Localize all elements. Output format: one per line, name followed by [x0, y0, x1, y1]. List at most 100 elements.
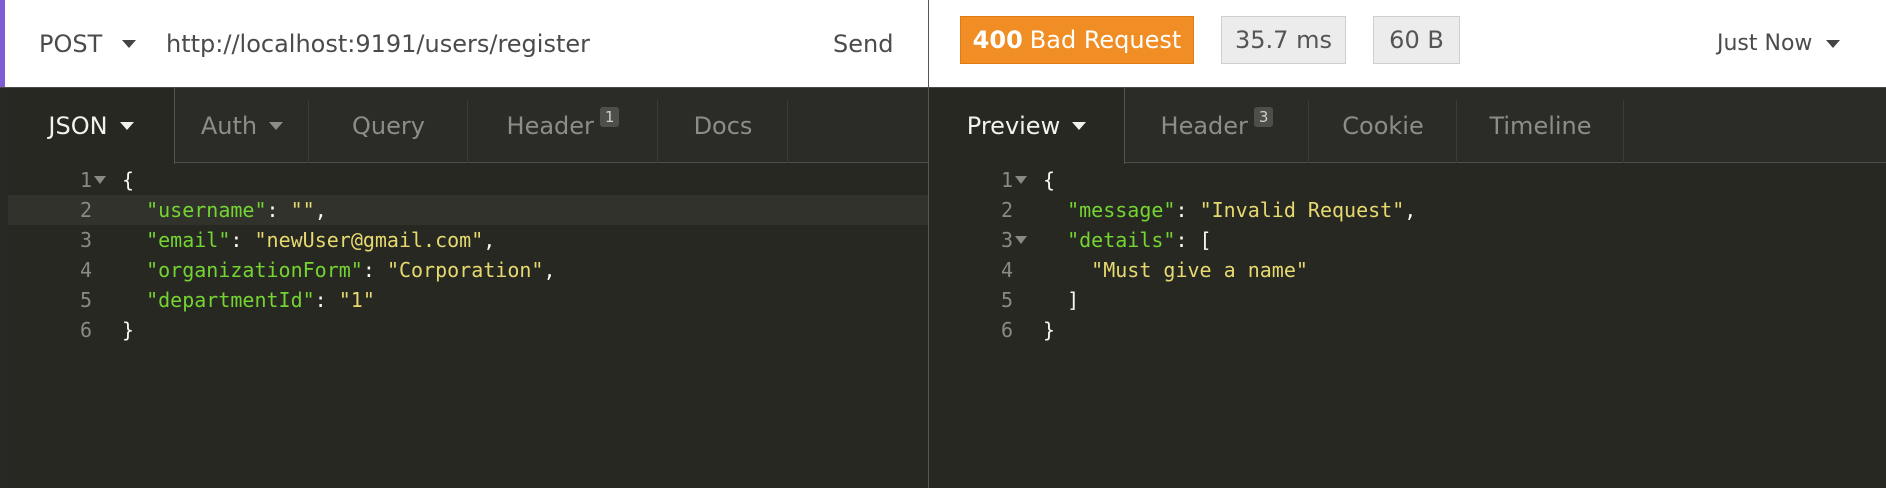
pane-divider[interactable]	[928, 0, 929, 488]
tab-auth[interactable]: Auth	[175, 88, 309, 163]
response-size-badge: 60 B	[1373, 16, 1460, 64]
header-count-badge: 3	[1253, 106, 1274, 127]
code-line: 5 "departmentId": "1"	[8, 285, 928, 315]
line-number: 5	[79, 288, 92, 312]
code-text: "email": "newUser@gmail.com",	[122, 225, 495, 255]
json-punctuation	[1043, 198, 1067, 222]
json-key: "organizationForm"	[146, 258, 363, 282]
tab-label: Cookie	[1342, 111, 1424, 140]
code-text: {	[122, 165, 134, 195]
tab-cookie[interactable]: Cookie	[1309, 88, 1457, 163]
json-punctuation: : [	[1175, 228, 1212, 252]
tab-label: Header	[1160, 111, 1248, 140]
response-history-dropdown[interactable]: Just Now	[1717, 0, 1841, 87]
line-number: 6	[1000, 318, 1013, 342]
fold-arrow-icon[interactable]	[1015, 176, 1027, 184]
line-number: 1	[79, 168, 92, 192]
request-tabs: JSON Auth Query Header 1 Docs	[8, 88, 928, 164]
code-text: }	[122, 315, 134, 345]
response-body-viewer: 1{2 "message": "Invalid Request", 3 "deta…	[929, 163, 1886, 488]
json-key: "username"	[146, 198, 267, 222]
json-key: "departmentId"	[146, 288, 315, 312]
json-punctuation: :	[362, 258, 387, 282]
json-punctuation: ]	[1043, 288, 1080, 312]
json-punctuation: ,	[1404, 198, 1417, 222]
code-text: "details": [	[1043, 225, 1212, 255]
json-string: "1"	[338, 288, 375, 312]
status-text: Bad Request	[1029, 26, 1182, 54]
tab-header[interactable]: Header 1	[468, 88, 658, 163]
json-key: "details"	[1067, 228, 1176, 252]
json-punctuation	[122, 228, 146, 252]
code-line: 1{	[8, 165, 928, 195]
tab-timeline[interactable]: Timeline	[1457, 88, 1624, 163]
json-punctuation	[122, 198, 146, 222]
request-body-editor[interactable]: 1{2 "username": "", 3 "email": "newUser@g…	[8, 163, 928, 488]
code-text: "username": "",	[122, 195, 327, 225]
json-punctuation: {	[122, 168, 135, 192]
line-number: 2	[79, 198, 92, 222]
tab-preview[interactable]: Preview	[929, 88, 1125, 164]
tab-response-header[interactable]: Header 3	[1125, 88, 1309, 163]
json-string: "newUser@gmail.com"	[254, 228, 484, 252]
tab-query[interactable]: Query	[309, 88, 468, 163]
json-punctuation	[1043, 258, 1091, 282]
line-number: 4	[79, 258, 92, 282]
json-punctuation: :	[314, 288, 339, 312]
code-text: "message": "Invalid Request",	[1043, 195, 1416, 225]
url-input[interactable]: http://localhost:9191/users/register	[166, 0, 590, 87]
code-text: {	[1043, 165, 1055, 195]
json-punctuation: ,	[314, 198, 327, 222]
header-count-badge: 1	[599, 106, 620, 127]
code-line: 3 "details": [	[929, 225, 1886, 255]
history-label: Just Now	[1717, 31, 1813, 56]
tab-label: Query	[352, 111, 425, 140]
code-text: "Must give a name"	[1043, 255, 1308, 285]
fold-arrow-icon[interactable]	[94, 176, 106, 184]
tab-label: Timeline	[1489, 111, 1592, 140]
status-code: 400	[972, 26, 1023, 54]
tab-docs[interactable]: Docs	[658, 88, 788, 163]
response-time-badge: 35.7 ms	[1221, 16, 1346, 64]
code-line: 4 "Must give a name"	[929, 255, 1886, 285]
json-punctuation: }	[122, 318, 135, 342]
code-text: }	[1043, 315, 1055, 345]
status-badge: 400 Bad Request	[960, 16, 1194, 64]
line-number: 3	[1000, 228, 1013, 252]
code-line: 5 ]	[929, 285, 1886, 315]
json-punctuation: :	[266, 198, 291, 222]
send-button[interactable]: Send	[833, 0, 893, 87]
chevron-down-icon	[122, 39, 137, 48]
json-punctuation: {	[1043, 168, 1056, 192]
workspace-accent-bar	[0, 0, 5, 88]
json-string: "Corporation"	[386, 258, 544, 282]
json-key: "email"	[146, 228, 231, 252]
json-punctuation	[122, 288, 146, 312]
json-punctuation: :	[1175, 198, 1200, 222]
tab-label: Auth	[200, 111, 258, 140]
response-tabs: Preview Header 3 Cookie Timeline	[929, 88, 1886, 164]
code-line: 3 "email": "newUser@gmail.com",	[8, 225, 928, 255]
line-number: 3	[79, 228, 92, 252]
json-string: "Must give a name"	[1091, 258, 1308, 282]
json-punctuation	[1043, 228, 1067, 252]
code-line: 6}	[929, 315, 1886, 345]
json-punctuation	[122, 258, 146, 282]
fold-arrow-icon[interactable]	[1015, 236, 1027, 244]
code-line: 1{	[929, 165, 1886, 195]
url-bar: POST http://localhost:9191/users/registe…	[0, 0, 1886, 87]
tab-label: Preview	[966, 112, 1061, 140]
code-text: ]	[1043, 285, 1079, 315]
code-line: 4 "organizationForm": "Corporation",	[8, 255, 928, 285]
code-text: "organizationForm": "Corporation",	[122, 255, 555, 285]
method-dropdown[interactable]: POST	[39, 0, 137, 87]
chevron-down-icon	[119, 122, 134, 130]
json-key: "message"	[1067, 198, 1176, 222]
chevron-down-icon	[1072, 122, 1087, 130]
tab-label: Docs	[693, 111, 753, 140]
chevron-down-icon	[1826, 39, 1841, 48]
json-punctuation: }	[1043, 318, 1056, 342]
tab-json[interactable]: JSON	[8, 88, 175, 164]
line-number: 2	[1000, 198, 1013, 222]
line-number: 5	[1000, 288, 1013, 312]
